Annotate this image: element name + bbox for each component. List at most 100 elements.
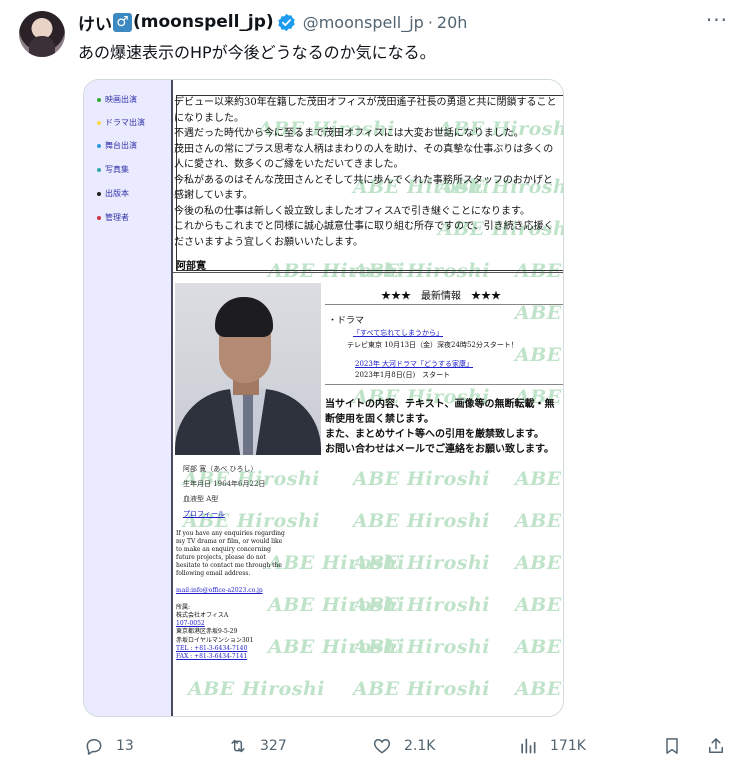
news-heading: ★★★ 最新情報 ★★★ [381, 291, 501, 302]
address-line: 東京都港区赤坂9-5-29 [176, 628, 238, 636]
bullet-icon [97, 167, 101, 172]
menu-item-books: 出版本 [97, 188, 129, 199]
bullet-icon [97, 120, 101, 125]
menu-item-label: 出版本 [105, 189, 129, 198]
profile-link[interactable]: プロフィール [183, 507, 265, 522]
bullet-icon [97, 215, 101, 220]
bullet-icon [97, 143, 101, 148]
menu-item-admin: 管理者 [97, 212, 129, 223]
announcement-line: になりました。 [174, 112, 244, 124]
share-icon [709, 738, 723, 753]
watermark: ABE Hiroshi [515, 552, 563, 574]
author-handle[interactable]: @moonspell_jp [303, 13, 424, 32]
like-count: 2.1K [404, 738, 436, 754]
news-detail: テレビ東京 10月13日（金）深夜24時52分スタート！ [347, 341, 518, 349]
like-button[interactable]: 2.1K [372, 733, 435, 759]
watermark: ABE Hiroshi [515, 678, 563, 700]
watermark: ABE Hiroshi [353, 468, 490, 490]
office-name: 株式会社オフィスA [176, 611, 229, 619]
verified-badge-icon [277, 13, 295, 31]
male-sign-icon: ♂ [113, 12, 132, 32]
announcement-line: 不遇だった時代から今に至るまで茂田オフィスには大変お世話になりました。 [174, 128, 524, 139]
profile-line: 阿部 寛（あべ ひろし） [183, 465, 258, 473]
reply-count: 13 [116, 738, 134, 754]
menu-item-label: 管理者 [105, 213, 129, 222]
divider [173, 272, 563, 273]
fax-link[interactable]: FAX : +81-3-6434-7141 [176, 653, 263, 661]
watermark: ABE Hiroshi [515, 594, 563, 616]
announcement-line: 茂田さんの常にプラス思考な人柄はまわりの人を助け、その真摯な仕事ぶりは多くの [174, 143, 554, 155]
address-line: 赤坂ロイヤルマンション301 [176, 636, 254, 644]
watermark: ABE Hiroshi [515, 510, 563, 532]
menu-item-label: 映画出演 [105, 95, 137, 104]
announcement-text: デビュー以来約30年在籍した茂田オフィスが茂田遙子社長の勇退と共に閉鎖すること … [174, 95, 557, 250]
notice-line: お問い合わせはメールでご連絡をお願い致します。 [325, 444, 554, 455]
views-button[interactable]: 171K [518, 733, 586, 759]
notice-line: また、まとめサイト等への引用を厳禁致します。 [325, 429, 544, 440]
bookmark-icon [666, 738, 678, 754]
news-detail: 2023年1月8日(日) スタート [355, 371, 451, 379]
site-side-menu: 映画出演 ドラマ出演 舞台出演 写真集 出版本 管理者 [84, 80, 173, 716]
retweet-button[interactable]: 327 [228, 733, 287, 759]
divider [325, 384, 563, 385]
contact-block: mail:info@office-a2023.co.jp 所属: 株式会社オフィ… [176, 587, 263, 662]
portrait-photo [175, 283, 321, 455]
site-main-content: ABE Hiroshi ABE Hiroshi ABE Hiroshi ABE … [173, 80, 563, 716]
news-link-drama[interactable]: 「すべて忘れてしまうから」 [353, 328, 443, 338]
menu-item-label: 写真集 [105, 165, 129, 174]
more-options-icon[interactable]: ··· [706, 8, 728, 32]
announcement-line: ださいますよう宜しくお願いいたします。 [174, 236, 363, 248]
watermark: ABE Hiroshi [515, 302, 563, 324]
bullet-icon [97, 97, 101, 102]
profile-line: 生年月日 1964年6月22日 [183, 480, 266, 488]
menu-item-label: ドラマ出演 [105, 118, 145, 127]
watermark: ABE Hiroshi [515, 344, 563, 366]
retweet-count: 327 [260, 738, 287, 754]
tweet-time[interactable]: 20h [437, 13, 468, 32]
announcement-line: 人に愛され、数多くのご縁をいただいてきました。 [174, 159, 404, 170]
profile-block: 阿部 寛（あべ ひろし） 生年月日 1964年6月22日 血液型 A型 プロフィ… [183, 462, 265, 522]
tweet-text: あの爆速表示のHPが今後どうなるのか気になる。 [78, 43, 436, 62]
watermark: ABE Hiroshi [353, 636, 490, 658]
menu-item-stage: 舞台出演 [97, 140, 137, 151]
heart-icon [373, 739, 391, 754]
menu-item-film: 映画出演 [97, 94, 137, 105]
profile-line: 血液型 A型 [183, 495, 219, 503]
display-name[interactable]: けい [78, 10, 112, 35]
watermark: ABE Hiroshi [515, 636, 563, 658]
announcement-line: これからもこれまでと同様に誠心誠意仕事に取り組む所存ですので、引き続き応援く [174, 221, 554, 232]
watermark: ABE Hiroshi [188, 678, 325, 700]
announcement-line: 感謝しています。 [174, 190, 253, 201]
tweet-image[interactable]: 映画出演 ドラマ出演 舞台出演 写真集 出版本 管理者 ABE Hiroshi … [83, 79, 564, 717]
views-chart-icon [521, 738, 536, 754]
english-note: If you have any enquiries regarding my T… [176, 530, 285, 577]
watermark: ABE Hiroshi [353, 678, 490, 700]
office-label: 所属: [176, 603, 191, 611]
copyright-notice: 当サイトの内容、テキスト、画像等の無断転載・無 断使用を固く禁じます。 また、ま… [325, 397, 563, 457]
email-link[interactable]: mail:info@office-a2023.co.jp [176, 587, 263, 595]
view-count: 171K [550, 738, 586, 754]
retweet-icon [231, 739, 245, 753]
author-avatar[interactable] [19, 11, 65, 57]
watermark: ABE Hiroshi [353, 594, 490, 616]
news-link-taiga[interactable]: 2023年 大河ドラマ「どうする家康」 [355, 359, 473, 369]
signature: 阿部寛 [176, 261, 206, 272]
separator-dot: · [427, 12, 433, 32]
news-category: ・ドラマ [328, 316, 365, 326]
menu-item-photobook: 写真集 [97, 164, 129, 175]
notice-line: 断使用を固く禁じます。 [325, 414, 434, 425]
announcement-line: 今私があるのはそんな茂田さんとそして共に歩んでくれた事務所スタッフのおかげと [174, 174, 553, 186]
tel-link[interactable]: TEL : +81-3-6434-7140 [176, 645, 263, 653]
share-button[interactable] [706, 733, 726, 759]
reply-button[interactable]: 13 [84, 733, 134, 759]
reply-icon [86, 739, 102, 755]
announcement-line: 今後の私の仕事は新しく設立致しましたオフィスAで引き継ぐことになります。 [174, 205, 531, 217]
menu-item-drama: ドラマ出演 [97, 117, 145, 128]
watermark: ABE Hiroshi [353, 510, 490, 532]
bullet-icon [97, 191, 101, 196]
watermark: ABE Hiroshi [353, 552, 490, 574]
tweet-header: けい ♂ (moonspell_jp) @moonspell_jp · 20h [78, 10, 468, 35]
display-name-suffix[interactable]: (moonspell_jp) [133, 12, 274, 32]
bookmark-button[interactable] [662, 733, 682, 759]
action-bar: 13 327 2.1K 171K [0, 733, 750, 759]
